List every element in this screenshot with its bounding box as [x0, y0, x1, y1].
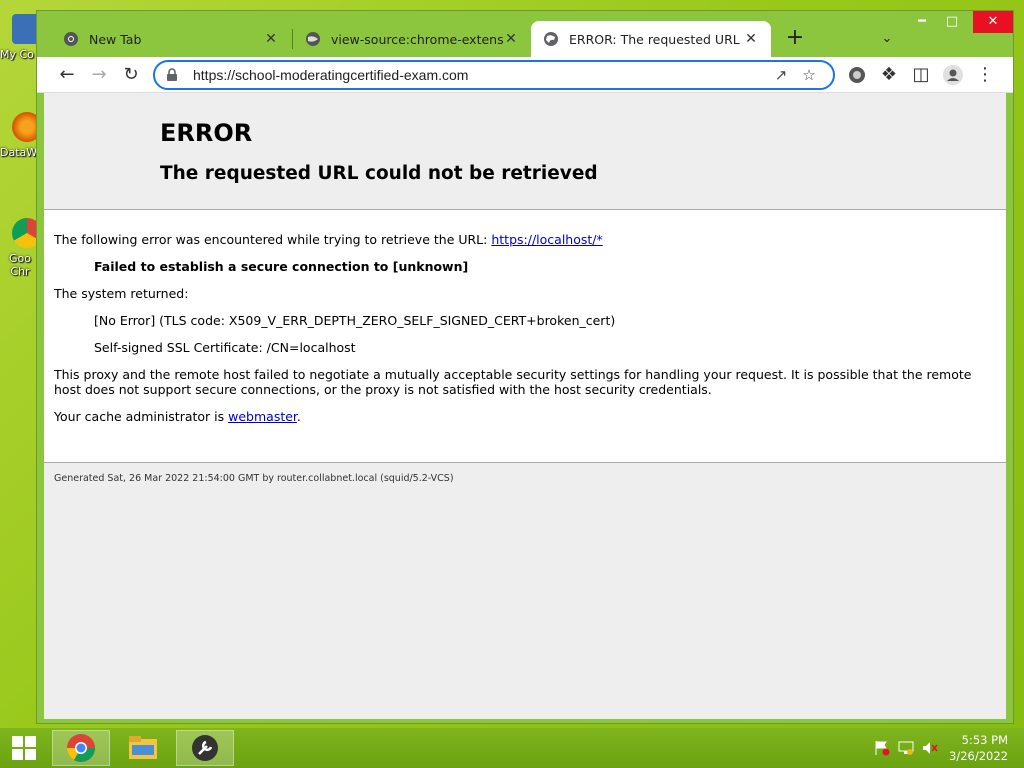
- action-center-flag-icon[interactable]: [874, 740, 890, 756]
- cache-admin-prefix: Your cache administrator is: [54, 409, 225, 424]
- desktop-icon-label: DataW: [0, 146, 38, 159]
- puzzle-icon: ❖: [880, 64, 898, 85]
- kebab-menu-icon: ⋮: [976, 64, 994, 85]
- bookmark-star-icon[interactable]: ☆: [795, 66, 823, 84]
- tab-title: view-source:chrome-extension://: [331, 31, 503, 47]
- tab-search-button[interactable]: ⌄: [873, 25, 901, 53]
- error-explanation: This proxy and the remote host failed to…: [54, 367, 972, 397]
- back-arrow-icon: ←: [59, 64, 75, 85]
- error-header: ERROR The requested URL could not be ret…: [44, 93, 1006, 210]
- extension-globe-icon: [849, 67, 865, 83]
- back-button[interactable]: ←: [53, 61, 81, 89]
- windows-logo-icon: [12, 736, 36, 760]
- wrench-icon: [192, 735, 218, 761]
- address-bar[interactable]: ↗ ☆: [153, 60, 835, 90]
- requested-url-link[interactable]: https://localhost/*: [491, 232, 602, 247]
- taskbar-file-explorer[interactable]: [114, 730, 172, 766]
- page-subtitle: The requested URL could not be retrieved: [160, 163, 598, 184]
- desktop-icon-label: Goo Chr: [9, 252, 31, 278]
- chrome-icon: [67, 734, 95, 762]
- new-tab-button[interactable]: +: [781, 25, 809, 53]
- close-icon[interactable]: ✕: [263, 31, 279, 47]
- tab-title: New Tab: [89, 31, 142, 47]
- side-panel-button[interactable]: ◫: [907, 61, 935, 89]
- clock-time: 5:53 PM: [961, 733, 1008, 747]
- browser-toolbar: ← → ↻ ↗ ☆ ❖ ◫: [37, 57, 1013, 93]
- page-footer: Generated Sat, 26 Mar 2022 21:54:00 GMT …: [44, 462, 1006, 719]
- clock-date: 3/26/2022: [949, 749, 1008, 763]
- tab-title: ERROR: The requested URL could: [569, 31, 743, 47]
- side-panel-icon: ◫: [912, 64, 930, 85]
- system-clock[interactable]: 5:53 PM 3/26/2022: [949, 732, 1008, 764]
- tab-strip: New Tab ✕ view-source:chrome-extension:/…: [37, 11, 1013, 57]
- maximize-icon: □: [945, 14, 959, 29]
- close-icon[interactable]: ✕: [743, 31, 759, 47]
- avatar-icon: [943, 65, 963, 85]
- maximize-button[interactable]: □: [937, 11, 967, 33]
- browser-window: New Tab ✕ view-source:chrome-extension:/…: [36, 10, 1014, 724]
- desktop-icon-datawrapper[interactable]: DataW: [0, 112, 42, 159]
- error-intro: The following error was encountered whil…: [54, 232, 996, 247]
- start-button[interactable]: [0, 730, 48, 766]
- tab-error[interactable]: ERROR: The requested URL could ✕: [531, 21, 771, 57]
- tls-error-text: [No Error] (TLS code: X509_V_ERR_DEPTH_Z…: [94, 313, 616, 328]
- reload-button[interactable]: ↻: [117, 61, 145, 89]
- profile-button[interactable]: [939, 61, 967, 89]
- close-window-button[interactable]: ✕: [973, 11, 1013, 33]
- address-input[interactable]: [191, 66, 767, 84]
- cache-admin-line: Your cache administrator is webmaster.: [54, 409, 996, 424]
- desktop-icon-my-computer[interactable]: My Co: [0, 14, 42, 61]
- taskbar: 5:53 PM 3/26/2022: [0, 728, 1024, 768]
- system-returned-label: The system returned:: [54, 286, 189, 301]
- extensions-button[interactable]: ❖: [875, 61, 903, 89]
- footer-text: Generated Sat, 26 Mar 2022 21:54:00 GMT …: [54, 473, 454, 484]
- reload-icon: ↻: [123, 64, 139, 85]
- forward-arrow-icon: →: [91, 64, 107, 85]
- globe-icon: [544, 32, 558, 46]
- desktop-icon-label: My Co: [0, 48, 34, 61]
- forward-button[interactable]: →: [85, 61, 113, 89]
- taskbar-chrome[interactable]: [52, 730, 110, 766]
- taskbar-settings-tool[interactable]: [176, 730, 234, 766]
- menu-button[interactable]: ⋮: [971, 61, 999, 89]
- extension-globe-icon: [306, 32, 320, 46]
- close-icon: ✕: [987, 14, 999, 29]
- share-icon[interactable]: ↗: [767, 66, 795, 84]
- folder-icon: [129, 736, 157, 759]
- tab-view-source[interactable]: view-source:chrome-extension:// ✕: [293, 21, 531, 57]
- close-icon[interactable]: ✕: [503, 31, 519, 47]
- desktop-icon-google-chrome[interactable]: Goo Chr: [0, 218, 42, 278]
- extension-globe-button[interactable]: [843, 61, 871, 89]
- chevron-down-icon: ⌄: [881, 31, 893, 46]
- page-title: ERROR: [160, 119, 253, 147]
- tab-new-tab[interactable]: New Tab ✕: [51, 21, 291, 57]
- minimize-icon: ━: [918, 14, 926, 29]
- certificate-info: Self-signed SSL Certificate: /CN=localho…: [94, 340, 356, 355]
- network-icon[interactable]: [898, 740, 914, 756]
- minimize-button[interactable]: ━: [907, 11, 937, 33]
- error-failure: Failed to establish a secure connection …: [94, 259, 469, 274]
- volume-muted-icon[interactable]: [922, 740, 938, 756]
- lock-icon: [167, 68, 177, 81]
- error-body: The following error was encountered whil…: [44, 210, 1006, 424]
- error-intro-text: The following error was encountered whil…: [54, 232, 488, 247]
- webmaster-link[interactable]: webmaster: [228, 409, 297, 424]
- web-page: ERROR The requested URL could not be ret…: [44, 93, 1006, 719]
- chrome-icon: [64, 32, 78, 46]
- cache-admin-suffix: .: [296, 409, 301, 424]
